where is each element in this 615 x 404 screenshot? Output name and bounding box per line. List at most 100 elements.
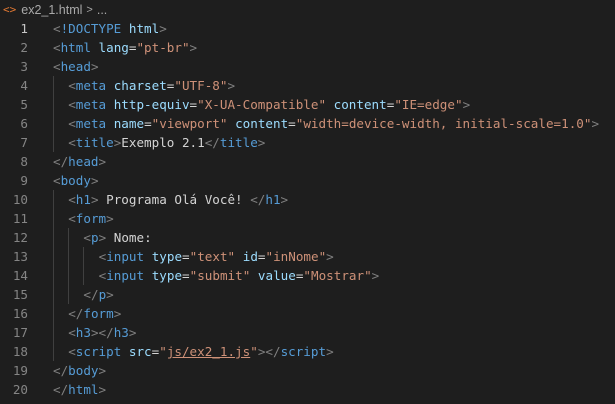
string-value: "X-UA-Compatible" (197, 97, 327, 112)
tag-bracket: </ (83, 287, 99, 302)
indent-guide (83, 266, 85, 285)
indent-guide (68, 266, 70, 285)
code-line[interactable]: 15 </p> (0, 285, 615, 304)
text-content: = (144, 116, 152, 131)
code-line[interactable]: 14 <input type="submit" value="Mostrar"> (0, 266, 615, 285)
code-line[interactable]: 17 <h3></h3> (0, 323, 615, 342)
tag-name: input (106, 268, 145, 283)
tag-bracket: > (371, 268, 380, 283)
tag-bracket: > (106, 211, 114, 226)
attribute-name: lang (98, 40, 129, 55)
tag-name: body (68, 363, 99, 378)
code-line[interactable]: 7 <title>Exemplo 2.1</title> (0, 133, 615, 152)
text-content: = (182, 249, 190, 264)
tag-bracket: < (53, 40, 61, 55)
code-text: <h1> Programa Olá Você! </h1> (68, 190, 288, 209)
string-value: "inNome" (265, 249, 327, 264)
string-value: " (250, 344, 258, 359)
string-value: "viewport" (151, 116, 228, 131)
tag-bracket: </ (53, 154, 69, 169)
tag-bracket: > (280, 192, 289, 207)
tag-bracket: < (68, 325, 76, 340)
code-line[interactable]: 11 <form> (0, 209, 615, 228)
tag-bracket: < (68, 344, 76, 359)
code-text: </html> (53, 380, 106, 399)
text-content (144, 249, 152, 264)
breadcrumb-file-name[interactable]: ex2_1.html (21, 3, 82, 17)
code-text: <head> (53, 57, 99, 76)
breadcrumb-more[interactable]: ... (97, 3, 107, 17)
code-text: </p> (83, 285, 113, 304)
tag-bracket: > (257, 135, 266, 150)
code-text: </form> (68, 304, 121, 323)
line-number: 12 (12, 230, 28, 245)
tag-bracket: > (98, 154, 107, 169)
tag-bracket: < (53, 59, 61, 74)
code-line[interactable]: 1 <!DOCTYPE html> (0, 19, 615, 38)
tag-bracket: < (68, 211, 76, 226)
tag-bracket: < (83, 230, 91, 245)
code-line[interactable]: 6 <meta name="viewport" content="width=de… (0, 114, 615, 133)
line-number: 14 (12, 268, 28, 283)
tag-bracket: > (90, 59, 99, 74)
tag-bracket: > (128, 325, 137, 340)
tag-name: body (60, 173, 91, 188)
code-line[interactable]: 19 </body> (0, 361, 615, 380)
string-value: " (159, 344, 167, 359)
code-line[interactable]: 16 </form> (0, 304, 615, 323)
indent-guide (68, 247, 70, 266)
code-line[interactable]: 18 <script src="js/ex2_1.js"></script> (0, 342, 615, 361)
code-line[interactable]: 4 <meta charset="UTF-8"> (0, 76, 615, 95)
tag-bracket: < (53, 173, 61, 188)
code-text: <html lang="pt-br"> (53, 38, 197, 57)
code-line[interactable]: 9 <body> (0, 171, 615, 190)
code-editor[interactable]: 1 <!DOCTYPE html> 2 <html lang="pt-br"> 3 <he… (0, 19, 615, 404)
code-line[interactable]: 8 </head> (0, 152, 615, 171)
tag-bracket: > (227, 78, 236, 93)
attribute-name: charset (113, 78, 167, 93)
tag-bracket: > (326, 344, 334, 359)
text-content (144, 268, 152, 283)
tag-name: meta (75, 116, 107, 131)
tag-name: script (280, 344, 327, 359)
tag-bracket: </ (68, 306, 84, 321)
line-number: 5 (20, 97, 28, 112)
code-line[interactable]: 5 <meta http-equiv="X-UA-Compatible" cont… (0, 95, 615, 114)
file-link[interactable]: js/ex2_1.js (167, 344, 250, 359)
indent-guide (53, 342, 54, 361)
code-line[interactable]: 20 </html> (0, 380, 615, 399)
tag-bracket: > (591, 116, 600, 131)
attribute-name: name (113, 116, 145, 131)
line-number: 4 (20, 78, 28, 93)
text-content (106, 78, 114, 93)
text-content: Nome: (106, 230, 152, 245)
tag-name: h3 (75, 325, 91, 340)
code-line[interactable]: 10 <h1> Programa Olá Você! </h1> (0, 190, 615, 209)
text-content (227, 116, 235, 131)
tag-name: meta (75, 78, 107, 93)
tag-name: h1 (265, 192, 281, 207)
code-text: <script src="js/ex2_1.js"></script> (68, 342, 333, 361)
attribute-name: content (235, 116, 289, 131)
code-line[interactable]: 12 <p> Nome: (0, 228, 615, 247)
text-content: = (189, 97, 198, 112)
tag-name: form (75, 211, 107, 226)
attribute-name: html (128, 21, 160, 36)
attribute-name: value (257, 268, 296, 283)
string-value: "submit" (189, 268, 251, 283)
code-line[interactable]: 3 <head> (0, 57, 615, 76)
tag-name: h1 (75, 192, 91, 207)
indent-guide (53, 209, 54, 228)
code-text: <input type="text" id="inNome"> (99, 247, 334, 266)
tag-name: head (60, 59, 91, 74)
tag-bracket: > (159, 21, 167, 36)
line-number: 6 (20, 116, 28, 131)
code-line[interactable]: 2 <html lang="pt-br"> (0, 38, 615, 57)
code-text: <p> Nome: (83, 228, 151, 247)
tag-bracket: </ (204, 135, 220, 150)
tag-bracket: ></ (257, 344, 281, 359)
code-line[interactable]: 13 <input type="text" id="inNome"> (0, 247, 615, 266)
code-text: </head> (53, 152, 106, 171)
indent-guide (83, 247, 85, 266)
tag-name: h3 (113, 325, 129, 340)
